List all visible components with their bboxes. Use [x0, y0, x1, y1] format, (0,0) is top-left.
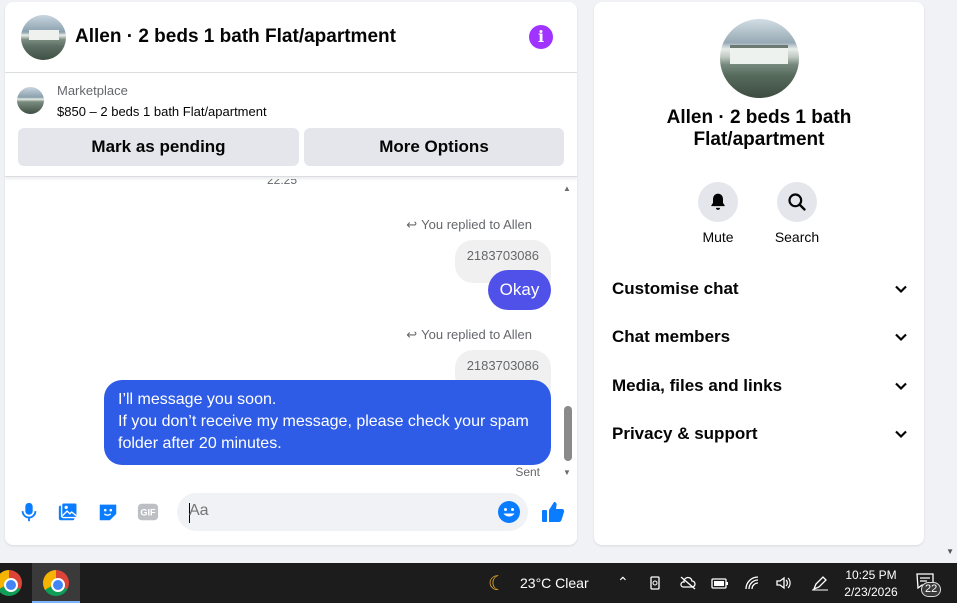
scroll-down-arrow[interactable]: ▼: [563, 468, 571, 477]
section-label: Media, files and links: [612, 376, 783, 395]
page-scroll-down-arrow[interactable]: ▼: [946, 547, 954, 556]
message-scrollbar[interactable]: ▲ ▼: [563, 184, 573, 477]
reply-icon: ↩︎: [406, 217, 418, 232]
section-customise-chat[interactable]: Customise chat: [612, 274, 908, 304]
reply-icon: ↩︎: [406, 327, 418, 342]
sent-status: Sent: [515, 465, 540, 479]
message-input-box[interactable]: [177, 493, 528, 531]
message-line: folder after 20 minutes.: [118, 435, 282, 452]
chevron-down-icon: [895, 285, 907, 294]
cloud-off-icon[interactable]: [679, 575, 697, 591]
chevron-down-icon: [895, 382, 907, 391]
composer: GIF: [5, 489, 577, 539]
chevron-down-icon: [895, 430, 907, 439]
chevron-down-icon: [895, 333, 907, 342]
chat-panel: Allen · 2 beds 1 bath Flat/apartment i M…: [5, 2, 577, 545]
bell-icon: [711, 193, 725, 210]
message-bubble[interactable]: I’ll message you soon. If you don’t rece…: [104, 380, 551, 465]
message-timestamp: 22:25: [267, 179, 298, 187]
info-icon[interactable]: i: [529, 25, 553, 49]
weather-text[interactable]: 23°C Clear: [520, 575, 589, 591]
sticker-icon[interactable]: [97, 501, 119, 523]
conversation-avatar[interactable]: [720, 19, 799, 98]
wifi-icon[interactable]: [744, 575, 760, 591]
clock-date: 2/23/2026: [844, 585, 898, 599]
search-icon: [788, 193, 806, 211]
section-chat-members[interactable]: Chat members: [612, 322, 908, 352]
chevron-up-icon[interactable]: ⌃: [617, 574, 629, 591]
chrome-icon[interactable]: [0, 570, 22, 596]
section-privacy-support[interactable]: Privacy & support: [612, 419, 908, 449]
section-media-files-links[interactable]: Media, files and links: [612, 371, 908, 401]
reply-note-text: You replied to Allen: [421, 327, 532, 342]
gif-icon[interactable]: GIF: [137, 501, 159, 523]
photo-icon[interactable]: [57, 501, 79, 523]
taskbar-clock[interactable]: 10:25 PM 2/23/2026: [838, 567, 904, 601]
marketplace-listing: Marketplace $850 – 2 beds 1 bath Flat/ap…: [5, 73, 577, 177]
mute-label: Mute: [702, 229, 734, 245]
chat-title[interactable]: Allen · 2 beds 1 bath Flat/apartment: [75, 26, 396, 48]
search-button[interactable]: Search: [767, 182, 827, 245]
mute-button[interactable]: Mute: [688, 182, 748, 245]
message-list: 22:25 ↩︎ You replied to Allen 2183703086 …: [5, 179, 577, 482]
emoji-icon[interactable]: [497, 500, 521, 524]
section-label: Customise chat: [612, 279, 739, 298]
chat-header: Allen · 2 beds 1 bath Flat/apartment i: [5, 2, 577, 73]
reply-note: ↩︎ You replied to Allen: [406, 327, 532, 343]
moon-icon[interactable]: ☾: [488, 571, 506, 596]
meet-now-icon[interactable]: [648, 575, 664, 591]
thumbs-up-icon[interactable]: [541, 500, 565, 524]
volume-icon[interactable]: [775, 575, 791, 591]
reply-note-text: You replied to Allen: [421, 217, 532, 232]
conversation-info-panel: Allen · 2 beds 1 bath Flat/apartment Mut…: [594, 2, 924, 545]
listing-kicker: Marketplace: [57, 83, 128, 98]
chrome-icon[interactable]: [43, 570, 69, 596]
search-label: Search: [774, 229, 820, 245]
section-label: Privacy & support: [612, 424, 758, 443]
avatar[interactable]: [21, 14, 66, 60]
listing-thumbnail[interactable]: [17, 87, 44, 114]
scroll-thumb[interactable]: [564, 406, 572, 461]
mark-as-pending-button[interactable]: Mark as pending: [18, 128, 299, 166]
message-line: If you don’t receive my message, please …: [118, 413, 529, 430]
scroll-up-arrow[interactable]: ▲: [563, 184, 571, 193]
pen-icon[interactable]: [811, 575, 829, 591]
more-options-button[interactable]: More Options: [304, 128, 564, 166]
reply-note: ↩︎ You replied to Allen: [406, 217, 532, 233]
svg-text:GIF: GIF: [140, 508, 156, 518]
notification-count: 22: [921, 582, 942, 597]
message-line: I’ll message you soon.: [118, 391, 277, 408]
microphone-icon[interactable]: [18, 501, 40, 523]
conversation-title: Allen · 2 beds 1 bath Flat/apartment: [666, 107, 852, 150]
listing-title[interactable]: $850 – 2 beds 1 bath Flat/apartment: [57, 104, 267, 119]
message-bubble[interactable]: Okay: [488, 270, 551, 310]
taskbar: ☾ 23°C Clear ⌃ 10:25 PM 2/23/2026 22: [0, 563, 957, 603]
section-label: Chat members: [612, 327, 731, 346]
clock-time: 10:25 PM: [845, 568, 897, 582]
battery-icon[interactable]: [711, 576, 729, 590]
message-input[interactable]: [189, 502, 489, 520]
